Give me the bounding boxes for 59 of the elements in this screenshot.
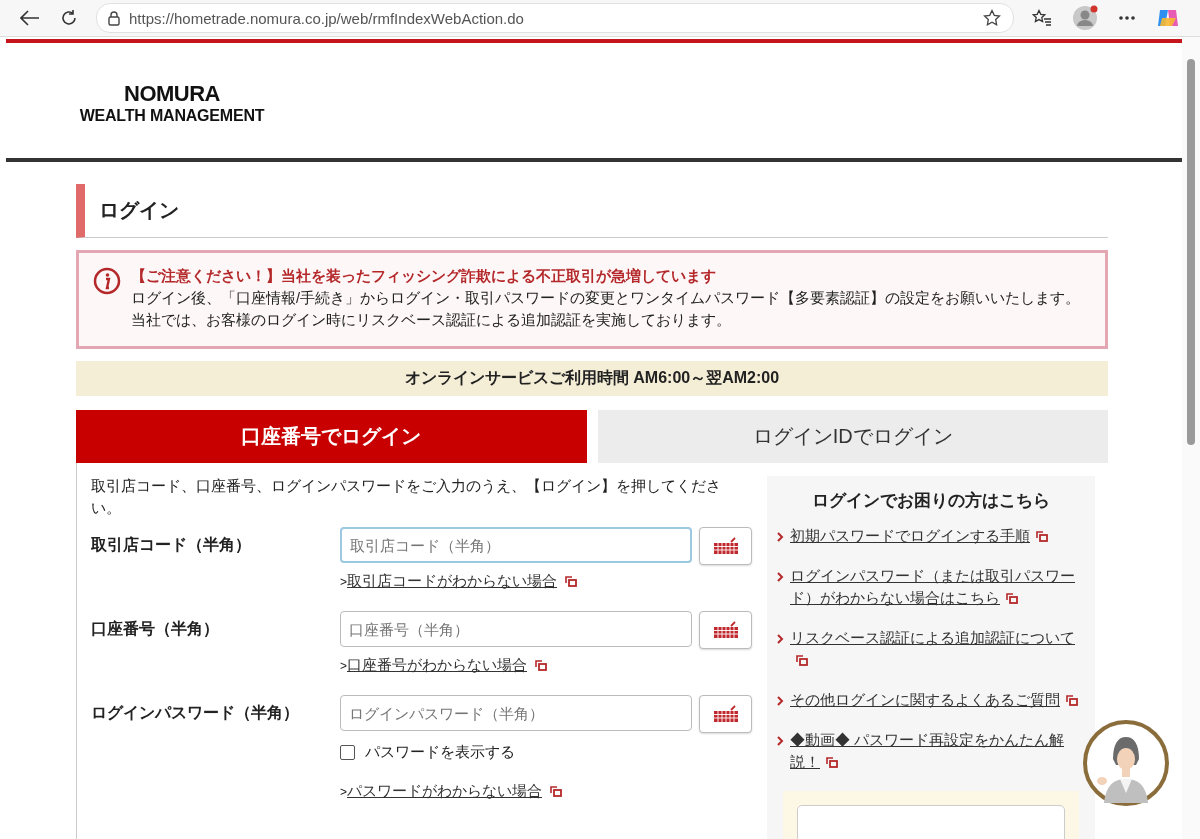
chevron-icon	[777, 634, 784, 644]
external-window-icon	[1006, 593, 1018, 604]
keyboard-icon	[712, 705, 739, 723]
link-prefix: >	[340, 574, 347, 589]
keyboard-icon	[712, 537, 739, 555]
external-window-icon	[565, 576, 577, 587]
external-window-icon	[796, 655, 808, 666]
instructions-text: 取引店コード、口座番号、ログインパスワードをご入力のうえ、【ログイン】を押してください。	[91, 476, 722, 518]
back-icon[interactable]	[20, 10, 40, 26]
chevron-icon	[777, 572, 784, 582]
help-link[interactable]: 取引店コードがわからない場合	[347, 572, 557, 591]
assistant-avatar[interactable]	[1082, 719, 1170, 807]
star-icon[interactable]	[983, 9, 1001, 27]
field-label: 口座番号（半角）	[91, 619, 220, 639]
address-bar[interactable]: https://hometrade.nomura.co.jp/web/rmfIndexWebAction.do	[96, 3, 1014, 33]
favorites-icon[interactable]	[1032, 9, 1052, 27]
info-icon	[93, 267, 121, 295]
lock-icon[interactable]	[107, 10, 121, 26]
field-label: 取引店コード（半角）	[91, 535, 252, 555]
input-field[interactable]: 口座番号（半角）	[340, 611, 692, 647]
help-link[interactable]: リスクベース認証による追加認証について	[790, 627, 1085, 671]
help-link[interactable]: ◆動画◆ パスワード再設定をかんたん解説！	[790, 729, 1085, 773]
keyboard-button[interactable]	[699, 611, 752, 649]
help-link[interactable]: 口座番号がわからない場合	[347, 656, 527, 675]
help-title: ログインでお困りの方はこちら	[811, 490, 1051, 511]
notice-title: 【ご注意ください！】当社を装ったフィッシング詐欺による不正取引が急増しています	[131, 267, 717, 286]
help-link[interactable]: ログインパスワード（または取引パスワード）がわからない場合はこちら	[790, 565, 1085, 609]
profile-icon[interactable]	[1072, 5, 1098, 31]
checkbox[interactable]	[340, 745, 355, 760]
login-tab[interactable]: ログインIDでログイン	[597, 410, 1108, 463]
logo[interactable]: NOMURA WEALTH MANAGEMENT	[63, 81, 281, 125]
external-window-icon	[1036, 531, 1048, 542]
external-window-icon	[1066, 695, 1078, 706]
link-prefix: >	[340, 784, 347, 799]
page-heading: ログイン	[76, 184, 1108, 238]
keyboard-button[interactable]	[699, 695, 752, 733]
keyboard-button[interactable]	[699, 527, 752, 565]
external-window-icon	[550, 786, 562, 797]
login-tab[interactable]: 口座番号でログイン	[76, 410, 587, 463]
input-field[interactable]: ログインパスワード（半角）	[340, 695, 692, 731]
field-label: ログインパスワード（半角）	[91, 703, 300, 723]
external-window-icon	[826, 757, 838, 768]
hours-banner: オンラインサービスご利用時間 AM6:00～翌AM2:00	[76, 361, 1108, 396]
scrollbar-thumb[interactable]	[1187, 59, 1195, 445]
external-window-icon	[535, 660, 547, 671]
notice-text: ログイン後、「口座情報/手続き」からログイン・取引パスワードの変更とワンタイムパスワード【多要素認証】の設定をお願いいたします。	[131, 289, 1081, 308]
help-link[interactable]: パスワードがわからない場合	[347, 782, 542, 801]
chevron-icon	[777, 696, 784, 706]
checkbox-label[interactable]: パスワードを表示する	[365, 743, 515, 762]
keyboard-icon	[712, 621, 739, 639]
input-field[interactable]: 取引店コード（半角）	[340, 527, 692, 563]
notice-text: 当社では、お客様のログイン時にリスクベース認証による追加認証を実施しております。	[131, 311, 732, 330]
help-link[interactable]: その他ログインに関するよくあるご質問	[790, 689, 1085, 711]
chevron-icon	[777, 736, 784, 746]
reload-icon[interactable]	[60, 9, 78, 27]
help-link[interactable]: 初期パスワードでログインする手順	[790, 525, 1085, 547]
more-icon[interactable]	[1118, 15, 1136, 21]
link-prefix: >	[340, 658, 347, 673]
chevron-icon	[777, 532, 784, 542]
